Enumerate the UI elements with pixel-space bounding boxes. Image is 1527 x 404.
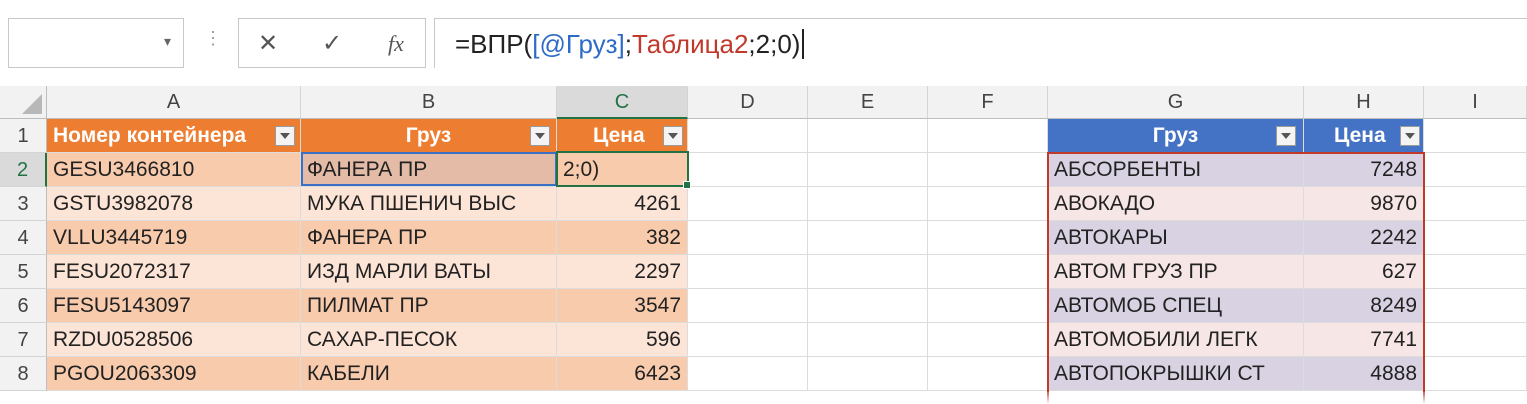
column-header-h[interactable]: H <box>1304 86 1424 119</box>
table1-cargo-cell[interactable]: МУКА ПШЕНИЧ ВЫС <box>301 187 557 221</box>
table1-container-cell[interactable]: RZDU0528506 <box>47 323 301 357</box>
table1-header-cargo-label: Груз <box>405 124 452 147</box>
column-d-cells[interactable] <box>688 119 808 391</box>
formula-rest: ;2;0) <box>748 29 801 59</box>
text-cursor <box>802 29 805 59</box>
select-all-triangle-icon <box>22 94 42 114</box>
table1-price-cell[interactable]: 6423 <box>557 357 688 391</box>
table2-cargo-cell[interactable]: АВТОМ ГРУЗ ПР <box>1048 255 1304 289</box>
table2-header-cargo[interactable]: Груз <box>1048 119 1304 153</box>
column-header-g[interactable]: G <box>1048 86 1304 119</box>
select-all-corner[interactable] <box>0 86 47 119</box>
table2-header-cargo-label: Груз <box>1152 124 1199 147</box>
column-header-b[interactable]: B <box>301 86 557 119</box>
table1-container-cell[interactable]: GSTU3982078 <box>47 187 301 221</box>
name-box[interactable]: ▾ <box>8 18 184 68</box>
splitter-handle-icon[interactable]: ⋮ <box>204 28 222 49</box>
column-header-c[interactable]: C <box>557 86 688 119</box>
table1-header-container-label: Номер контейнера <box>53 124 247 147</box>
table2-price-cell[interactable]: 7248 <box>1304 153 1424 187</box>
table1-cargo-cell[interactable]: ФАНЕРА ПР <box>301 221 557 255</box>
cancel-icon[interactable]: ✕ <box>251 29 285 58</box>
table1-container-cell[interactable]: PGOU2063309 <box>47 357 301 391</box>
column-f-cells[interactable] <box>928 119 1048 391</box>
table1-container-cell[interactable]: GESU3466810 <box>47 153 301 187</box>
table2-price-cell[interactable]: 4888 <box>1304 357 1424 391</box>
table1-header-container[interactable]: Номер контейнера <box>47 119 301 153</box>
row-header-6[interactable]: 6 <box>0 289 47 323</box>
row-header-3[interactable]: 3 <box>0 187 47 221</box>
table1-header-cargo[interactable]: Груз <box>301 119 557 153</box>
table2-cargo-cell[interactable]: АВТОПОКРЫШКИ СТ <box>1048 357 1304 391</box>
row-header-5[interactable]: 5 <box>0 255 47 289</box>
table2-cargo-cell[interactable]: АВТОМОБ СПЕЦ <box>1048 289 1304 323</box>
table1-price-cell[interactable]: 3547 <box>557 289 688 323</box>
column-header-d[interactable]: D <box>688 86 808 119</box>
table2-price-cell[interactable]: 7741 <box>1304 323 1424 357</box>
table1-header-price-label: Цена <box>593 124 645 147</box>
bottom-fade <box>0 392 1527 404</box>
filter-dropdown-icon[interactable] <box>530 126 550 146</box>
table2-cargo-cell[interactable]: АВТОКАРЫ <box>1048 221 1304 255</box>
column-header-a[interactable]: A <box>47 86 301 119</box>
filter-dropdown-icon[interactable] <box>275 126 295 146</box>
column-i-cells[interactable] <box>1424 119 1527 391</box>
table1-price-cell[interactable]: 2297 <box>557 255 688 289</box>
table1-cargo-cell[interactable]: ФАНЕРА ПР <box>301 153 557 187</box>
table1-price-cell[interactable]: 4261 <box>557 187 688 221</box>
row-header-2[interactable]: 2 <box>0 153 47 187</box>
table2-price-cell[interactable]: 2242 <box>1304 221 1424 255</box>
formula-separator: ; <box>624 29 633 59</box>
table1-cargo-cell[interactable]: ИЗД МАРЛИ ВАТЫ <box>301 255 557 289</box>
formula-buttons: ✕ ✓ fx <box>238 18 426 68</box>
row-header-8[interactable]: 8 <box>0 357 47 391</box>
table2-price-cell[interactable]: 9870 <box>1304 187 1424 221</box>
table2-header-price-label: Цена <box>1334 124 1386 147</box>
formula-table-ref: Таблица2 <box>632 29 749 59</box>
table2-price-cell[interactable]: 627 <box>1304 255 1424 289</box>
column-header-e[interactable]: E <box>808 86 928 119</box>
table2-price-cell[interactable]: 8249 <box>1304 289 1424 323</box>
formula-bar: ▾ ⋮ ✕ ✓ fx =ВПР([@Груз];Таблица2;2;0) <box>0 0 1527 82</box>
table2-cargo-cell[interactable]: АВТОМОБИЛИ ЛЕГК <box>1048 323 1304 357</box>
column-header-f[interactable]: F <box>928 86 1048 119</box>
table2-cargo-cell[interactable]: АВОКАДО <box>1048 187 1304 221</box>
formula-input[interactable]: =ВПР([@Груз];Таблица2;2;0) <box>434 18 1527 68</box>
row-header-7[interactable]: 7 <box>0 323 47 357</box>
enter-icon[interactable]: ✓ <box>315 29 349 58</box>
table1-cargo-cell[interactable]: САХАР-ПЕСОК <box>301 323 557 357</box>
row-header-1[interactable]: 1 <box>0 119 47 153</box>
filter-dropdown-icon[interactable] <box>1276 126 1296 146</box>
table1-container-cell[interactable]: FESU5143097 <box>47 289 301 323</box>
table1-price-cell[interactable]: 596 <box>557 323 688 357</box>
column-e-cells[interactable] <box>808 119 928 391</box>
table1-container-cell[interactable]: FESU2072317 <box>47 255 301 289</box>
table2-header-price[interactable]: Цена <box>1304 119 1424 153</box>
filter-dropdown-icon[interactable] <box>663 126 683 146</box>
row-header-4[interactable]: 4 <box>0 221 47 255</box>
table1-header-price[interactable]: Цена <box>557 119 688 153</box>
column-header-i[interactable]: I <box>1424 86 1527 119</box>
formula-prefix: =ВПР( <box>455 29 533 59</box>
chevron-down-icon[interactable]: ▾ <box>164 33 171 50</box>
insert-function-icon[interactable]: fx <box>379 31 413 57</box>
table2-cargo-cell[interactable]: АБСОРБЕНТЫ <box>1048 153 1304 187</box>
table1-price-cell-active[interactable]: 2;0) <box>557 153 688 187</box>
formula-structured-ref: [@Груз] <box>532 29 625 59</box>
table1-price-cell[interactable]: 382 <box>557 221 688 255</box>
table1-cargo-cell[interactable]: ПИЛМАТ ПР <box>301 289 557 323</box>
filter-dropdown-icon[interactable] <box>1400 126 1420 146</box>
table1-container-cell[interactable]: VLLU3445719 <box>47 221 301 255</box>
table1-cargo-cell[interactable]: КАБЕЛИ <box>301 357 557 391</box>
